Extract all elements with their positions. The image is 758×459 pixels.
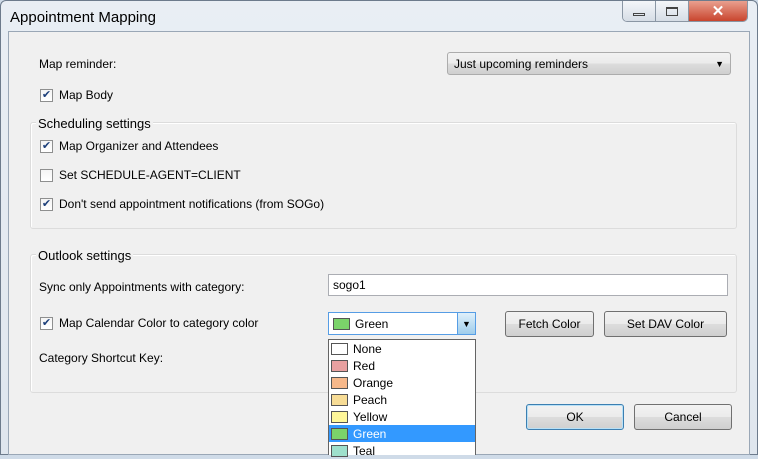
outlook-settings-title: Outlook settings [36,248,134,263]
option-label: None [353,341,382,356]
checkbox-label: Set SCHEDULE-AGENT=CLIENT [59,168,241,182]
chevron-down-icon[interactable]: ▼ [457,313,475,334]
map-body-label: Map Body [59,88,114,102]
checkbox-label: Map Organizer and Attendees [59,139,219,153]
minimize-icon [633,12,645,16]
maximize-button[interactable] [656,1,689,21]
option-label: Yellow [353,409,388,424]
color-option-teal[interactable]: Teal [329,442,475,459]
category-label: Sync only Appointments with category: [39,280,245,294]
scheduling-settings-title: Scheduling settings [36,116,153,131]
map-reminder-label: Map reminder: [39,57,117,71]
close-button[interactable]: ✕ [689,1,747,21]
color-option-peach[interactable]: Peach [329,391,475,408]
option-label: Orange [353,375,394,390]
color-swatch [331,410,348,423]
map-organizer-checkbox[interactable]: ✔ Map Organizer and Attendees [40,139,218,153]
color-option-orange[interactable]: Orange [329,374,475,391]
map-reminder-select[interactable]: Just upcoming reminders ▼ [447,52,731,75]
schedule-agent-checkbox[interactable]: Set SCHEDULE-AGENT=CLIENT [40,168,241,182]
color-swatch [331,342,348,355]
category-input[interactable]: sogo1 [328,274,728,296]
color-swatch [331,427,348,440]
option-label: Red [353,358,376,373]
color-option-yellow[interactable]: Yellow [329,408,475,425]
no-notifications-checkbox[interactable]: ✔ Don't send appointment notifications (f… [40,197,324,211]
color-select[interactable]: Green ▼ [328,312,476,335]
color-option-green[interactable]: Green [329,425,475,442]
checkbox-label: Map Calendar Color to category color [59,316,259,330]
window-title: Appointment Mapping [10,9,156,26]
checkmark-icon: ✔ [40,139,53,153]
checkmark-icon: ✔ [40,88,53,102]
color-swatch [331,359,348,372]
checkbox-box [40,168,53,182]
checkbox-label: Don't send appointment notifications (fr… [59,197,325,211]
color-option-none[interactable]: None [329,340,475,357]
shortcut-key-label: Category Shortcut Key: [39,351,164,365]
color-dropdown-list: None Red Orange Peach Yellow Green Teal [328,339,476,458]
map-body-checkbox[interactable]: ✔ Map Body [40,88,113,102]
set-dav-color-button[interactable]: Set DAV Color [604,311,727,337]
color-select-value: Green [355,316,389,331]
ok-button[interactable]: OK [526,404,624,430]
close-icon: ✕ [711,3,725,20]
option-label: Green [353,426,387,441]
map-color-checkbox[interactable]: ✔ Map Calendar Color to category color [40,316,258,330]
option-label: Peach [353,392,388,407]
map-reminder-value: Just upcoming reminders [454,56,589,71]
checkmark-icon: ✔ [40,316,53,330]
color-swatch [331,393,348,406]
option-label: Teal [353,443,376,458]
fetch-color-button[interactable]: Fetch Color [505,311,594,337]
minimize-button[interactable] [623,1,656,21]
maximize-icon [666,6,678,16]
color-swatch [333,317,350,330]
window-controls: ✕ [622,1,748,22]
category-value: sogo1 [333,278,366,292]
color-swatch [331,376,348,389]
chevron-down-icon: ▼ [715,58,724,69]
color-option-red[interactable]: Red [329,357,475,374]
checkmark-icon: ✔ [40,197,53,211]
cancel-button[interactable]: Cancel [634,404,732,430]
